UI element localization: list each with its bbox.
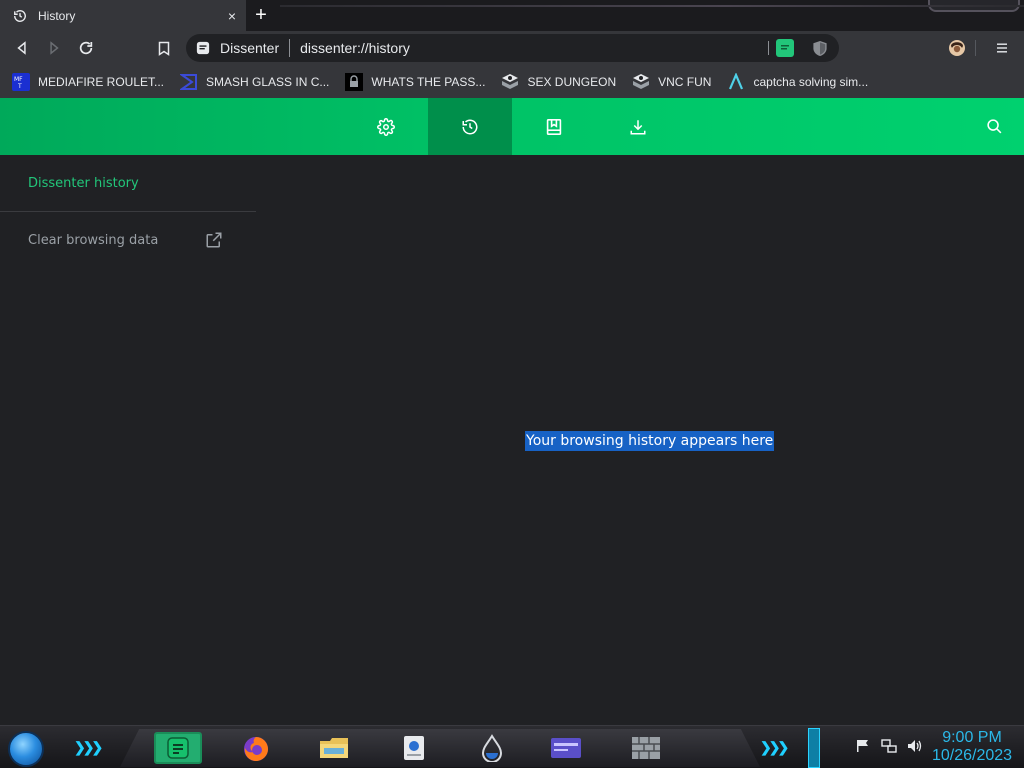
bookmark-item[interactable]: MF T MEDIAFIRE ROULET... bbox=[12, 70, 164, 94]
volume-icon[interactable] bbox=[907, 738, 923, 754]
menu-icon[interactable] bbox=[991, 37, 1013, 59]
bookmark-label: VNC FUN bbox=[658, 74, 712, 89]
taskbar-card-icon[interactable] bbox=[542, 732, 590, 764]
nav-history[interactable] bbox=[428, 98, 512, 155]
chevron-right-deco-icon: ❯❯❯ bbox=[760, 739, 789, 755]
url-text[interactable]: dissenter://history bbox=[300, 40, 410, 56]
taskbar-firefox-icon[interactable] bbox=[232, 732, 280, 764]
clock[interactable]: 9:00 PM 10/26/2023 bbox=[926, 729, 1018, 765]
tab-history[interactable]: History × bbox=[0, 0, 246, 31]
avatar[interactable] bbox=[946, 37, 968, 59]
downloads-icon bbox=[629, 118, 647, 136]
network-icon[interactable] bbox=[881, 738, 897, 754]
dissenter-favicon-icon bbox=[196, 41, 210, 55]
app-header bbox=[0, 98, 1024, 155]
search-icon bbox=[986, 118, 1003, 135]
sidebar-divider bbox=[0, 211, 256, 212]
history-icon bbox=[12, 8, 28, 24]
smash-icon bbox=[180, 73, 198, 91]
bookmark-item[interactable]: VNC FUN bbox=[632, 70, 711, 94]
forward-icon[interactable] bbox=[43, 37, 65, 59]
bookmark-label: SEX DUNGEON bbox=[527, 74, 617, 89]
mediafire-icon: MF T bbox=[12, 72, 30, 91]
taskbar-file-explorer-icon[interactable] bbox=[310, 732, 358, 764]
chevron-left-deco-icon: ❯❯❯ bbox=[74, 739, 103, 755]
bookmark-label: SMASH GLASS IN C... bbox=[206, 74, 330, 89]
screen: History × + Dissenter dissenter://histor… bbox=[0, 0, 1024, 768]
sidebar-history-link[interactable]: Dissenter history bbox=[28, 176, 139, 191]
bookmark-page-icon[interactable] bbox=[153, 37, 175, 59]
start-button[interactable] bbox=[8, 731, 44, 767]
tab-title: History bbox=[38, 8, 76, 23]
toolbar: Dissenter dissenter://history bbox=[0, 31, 1024, 65]
close-tab-icon[interactable]: × bbox=[222, 6, 242, 26]
nav-downloads[interactable] bbox=[596, 98, 680, 155]
taskbar-dissenter-icon[interactable] bbox=[154, 732, 202, 764]
show-desktop-button[interactable] bbox=[808, 728, 820, 768]
nav-settings[interactable] bbox=[344, 98, 428, 155]
nav-bookmarks[interactable] bbox=[512, 98, 596, 155]
captcha-icon bbox=[727, 72, 745, 91]
system-tray bbox=[855, 738, 923, 754]
clock-date: 10/26/2023 bbox=[931, 747, 1013, 764]
pass-icon bbox=[345, 72, 364, 91]
history-content: Dissenter history Clear browsing data Yo… bbox=[0, 155, 1024, 725]
taskbar: ❯❯❯ ❯❯❯ 9:00 PM 10/26/2023 bbox=[0, 725, 1024, 768]
address-bar[interactable]: Dissenter dissenter://history bbox=[186, 34, 839, 62]
search-button[interactable] bbox=[952, 98, 1024, 155]
reload-icon[interactable] bbox=[75, 37, 97, 59]
history-icon bbox=[461, 118, 479, 136]
new-tab-button[interactable]: + bbox=[250, 4, 272, 26]
site-name: Dissenter bbox=[220, 40, 280, 56]
settings-icon bbox=[377, 117, 395, 136]
taskbar-drop-icon[interactable] bbox=[468, 732, 516, 764]
bookmark-label: captcha solving sim... bbox=[753, 74, 869, 89]
bookmark-item[interactable]: captcha solving sim... bbox=[727, 70, 868, 94]
toolbar-divider bbox=[975, 40, 976, 56]
svg-text:MF: MF bbox=[14, 76, 23, 83]
tab-strip: History × + bbox=[0, 0, 1024, 31]
flag-icon[interactable] bbox=[855, 738, 871, 754]
empty-history-message: Your browsing history appears here bbox=[525, 431, 775, 451]
omnibox-divider bbox=[289, 39, 291, 57]
vnc-icon bbox=[632, 73, 650, 91]
external-link-icon[interactable] bbox=[205, 231, 223, 249]
clock-time: 9:00 PM bbox=[942, 729, 1002, 746]
window-frame-decoration bbox=[928, 0, 1020, 12]
bookmark-item[interactable]: WHATS THE PASS... bbox=[345, 70, 485, 94]
omnibox-right-divider bbox=[768, 41, 769, 55]
bookmark-item[interactable]: SEX DUNGEON bbox=[501, 70, 616, 94]
bookmark-label: WHATS THE PASS... bbox=[371, 74, 486, 89]
clear-browsing-data-link[interactable]: Clear browsing data bbox=[28, 233, 158, 248]
bookmarks-bar: MF T MEDIAFIRE ROULET... SMASH GLASS IN C… bbox=[0, 65, 1024, 98]
bookmark-item[interactable]: SMASH GLASS IN C... bbox=[180, 70, 329, 94]
bookmarks-icon bbox=[546, 118, 562, 136]
dissenter-comment-icon[interactable] bbox=[776, 39, 794, 57]
taskbar-installer-icon[interactable] bbox=[390, 732, 438, 764]
dungeon-icon bbox=[501, 73, 519, 91]
bookmark-label: MEDIAFIRE ROULET... bbox=[38, 74, 165, 89]
taskbar-firewall-icon[interactable] bbox=[622, 732, 670, 764]
back-icon[interactable] bbox=[11, 37, 33, 59]
shield-icon[interactable] bbox=[812, 40, 828, 57]
svg-text:T: T bbox=[17, 83, 22, 90]
